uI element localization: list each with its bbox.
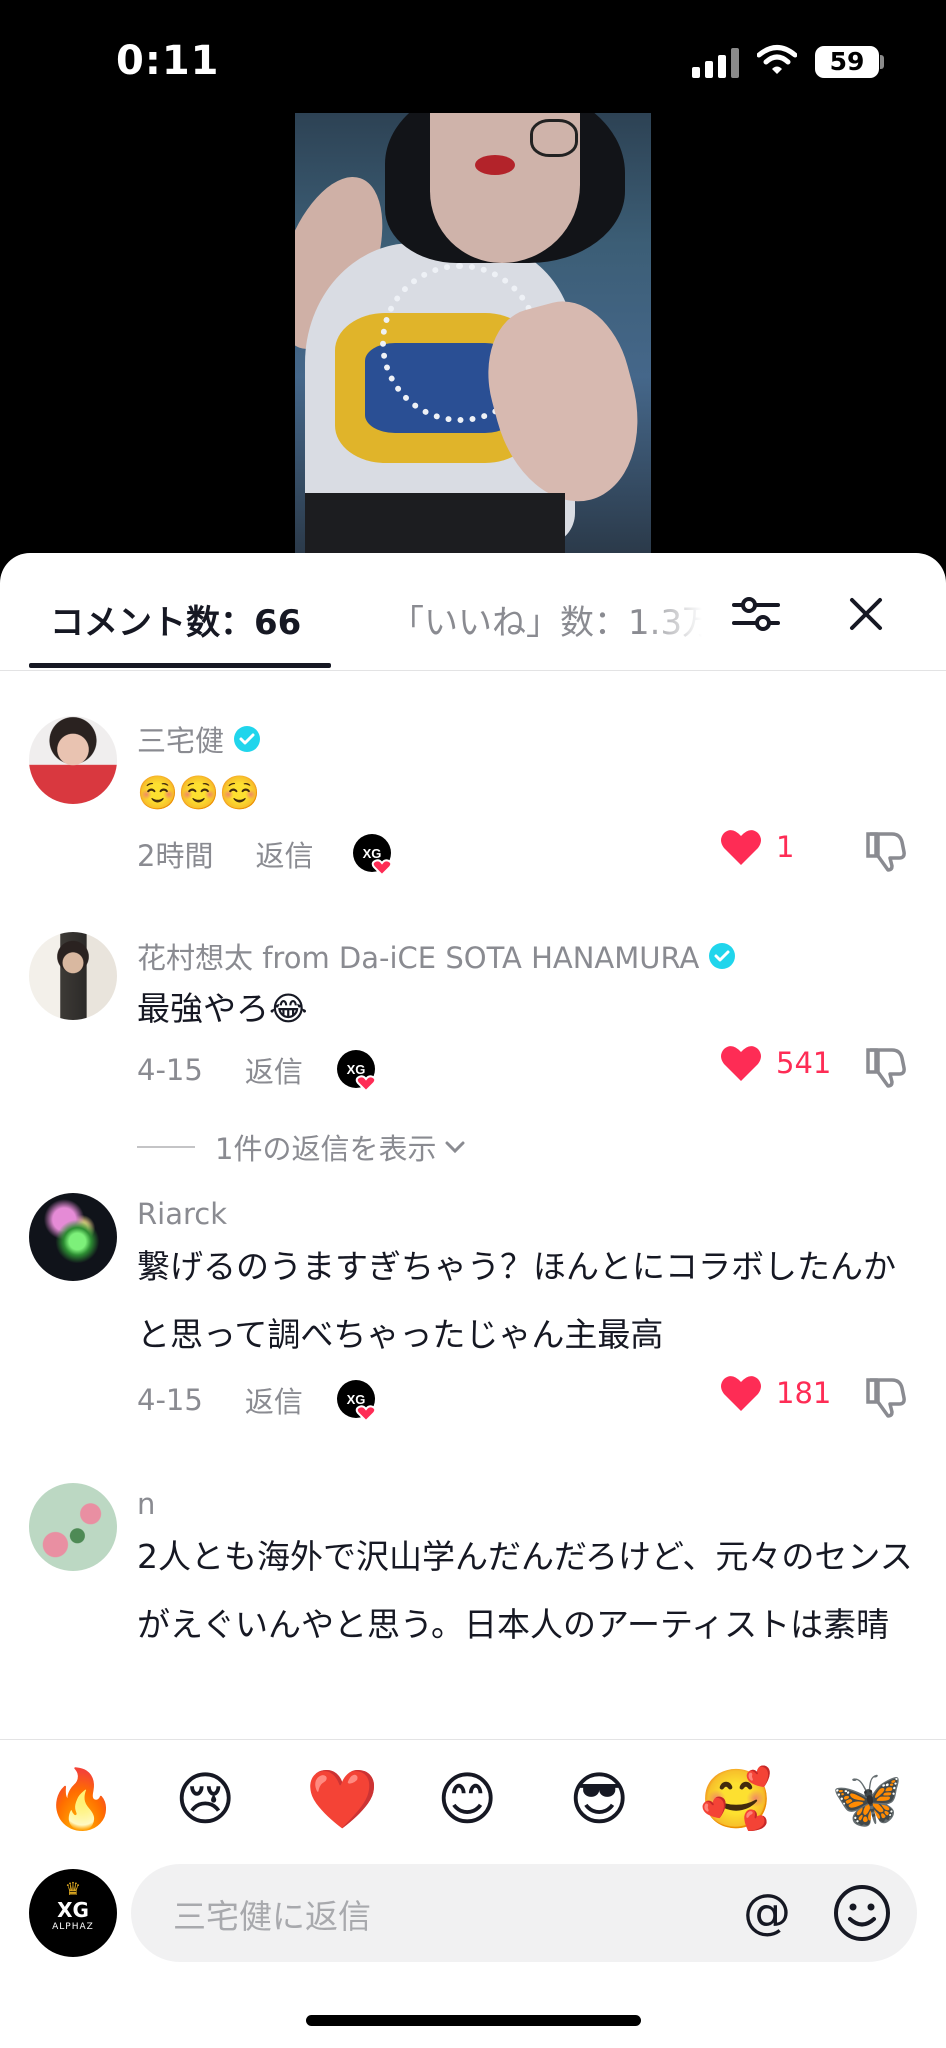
avatar[interactable]: [29, 716, 117, 804]
comment-item: 三宅健 ☺️☺️☺️ 2時間 返信 XG 1: [0, 673, 946, 893]
view-replies-button[interactable]: 1件の返信を表示: [137, 1126, 468, 1168]
like-count: 181: [776, 1376, 832, 1410]
sliders-icon[interactable]: [730, 588, 782, 640]
svg-text:XG: XG: [363, 846, 382, 861]
battery-level: 59: [829, 47, 865, 76]
comment-list[interactable]: 三宅健 ☺️☺️☺️ 2時間 返信 XG 1 花村想太 from Da-iCE …: [0, 673, 946, 1673]
reply-button[interactable]: 返信: [245, 1379, 303, 1421]
user-avatar[interactable]: ♛ XG ALPHAZ: [29, 1869, 117, 1957]
video-graphic: [475, 155, 515, 175]
username-text: Riarck: [137, 1197, 228, 1231]
battery-tip: [880, 55, 884, 69]
verified-icon: [709, 943, 736, 969]
comment-username[interactable]: n: [137, 1487, 155, 1521]
avatar[interactable]: [29, 932, 117, 1020]
svg-text:XG: XG: [347, 1062, 366, 1077]
divider-line: [137, 1146, 195, 1148]
creator-liked-icon: XG: [353, 834, 393, 877]
emoji-smile[interactable]: 😊: [437, 1764, 497, 1834]
comment-text: 最強やろ😂: [137, 989, 308, 1028]
chevron-down-icon: [445, 1141, 465, 1154]
comment-time: 2時間: [137, 839, 214, 873]
emoji-heart[interactable]: ❤️: [306, 1764, 378, 1834]
tab-likes[interactable]: 「いいね」数：1.3万: [390, 595, 702, 644]
emoji-quick-bar: 🔥 😢 ❤️ 😊 😎 🥰 🦋: [0, 1739, 946, 1859]
svg-text:XG: XG: [347, 1392, 366, 1407]
comment-time: 4-15: [137, 1383, 203, 1417]
emoji-picker-icon[interactable]: [831, 1882, 893, 1944]
reply-button[interactable]: 返信: [245, 1049, 303, 1091]
tab-underline: [29, 663, 331, 668]
home-indicator: [306, 2015, 641, 2026]
close-icon[interactable]: [840, 588, 892, 640]
comment-meta: 4-15 返信: [137, 1379, 303, 1421]
username-text: 花村想太 from Da-iCE SOTA HANAMURA: [137, 941, 700, 975]
comment-text: 2人とも海外で沢山学んだんだろけど、元々のセンスがえぐいんやと思う。日本人のアー…: [137, 1537, 913, 1644]
signal-icon: [692, 48, 740, 78]
creator-liked-icon: XG: [337, 1050, 377, 1093]
battery-icon: 59: [815, 46, 879, 78]
avatar[interactable]: [29, 1483, 117, 1571]
comment-meta: 2時間 返信: [137, 833, 313, 875]
emoji-hearts-face[interactable]: 🥰: [700, 1764, 772, 1834]
view-replies-label: 1件の返信を表示: [215, 1132, 437, 1166]
tab-bar: コメント数：66 「いいね」数：1.3万: [0, 553, 946, 671]
comment-meta: 4-15 返信: [137, 1049, 303, 1091]
username-text: 三宅健: [137, 724, 225, 758]
dislike-icon[interactable]: [864, 1374, 908, 1418]
emoji-fire[interactable]: 🔥: [45, 1764, 117, 1834]
wifi-icon: [757, 45, 797, 74]
heart-icon: [721, 1376, 761, 1411]
comment-username[interactable]: 三宅健: [137, 718, 261, 760]
like-count: 1: [776, 830, 795, 864]
creator-liked-icon: XG: [337, 1380, 377, 1423]
reply-button[interactable]: 返信: [255, 833, 313, 875]
mention-button[interactable]: @: [743, 1880, 791, 1944]
video-player[interactable]: [295, 113, 651, 553]
username-text: n: [137, 1487, 156, 1521]
avatar-text: XG: [57, 1898, 89, 1922]
emoji-sunglasses[interactable]: 😎: [569, 1764, 629, 1834]
comment-sheet: コメント数：66 「いいね」数：1.3万 三宅健 ☺️☺️☺️ 2時間 返信 X…: [0, 553, 946, 2048]
comment-username[interactable]: Riarck: [137, 1197, 227, 1231]
status-time: 0:11: [116, 38, 220, 84]
dislike-icon[interactable]: [864, 828, 908, 872]
verified-icon: [234, 726, 261, 752]
like-button[interactable]: 541: [720, 1044, 831, 1082]
comment-item: n 2人とも海外で沢山学んだんだろけど、元々のセンスがえぐいんやと思う。日本人の…: [0, 1483, 946, 1673]
heart-icon: [721, 1046, 761, 1081]
like-count: 541: [776, 1046, 832, 1080]
comment-item: Riarck 繋げるのうますぎちゃう？ほんとにコラボしたんかと思って調べちゃった…: [0, 1193, 946, 1483]
crown-icon: ♛: [64, 1879, 82, 1900]
comment-time: 4-15: [137, 1053, 203, 1087]
emoji-butterfly[interactable]: 🦋: [831, 1764, 903, 1834]
video-graphic: [305, 493, 565, 553]
comment-text: ☺️☺️☺️: [137, 773, 261, 812]
reply-input[interactable]: 三宅健に返信 @: [131, 1864, 917, 1962]
avatar-subtext: ALPHAZ: [52, 1922, 94, 1932]
comment-text: 繋げるのうますぎちゃう？ほんとにコラボしたんかと思って調べちゃったじゃん主最高: [137, 1247, 896, 1354]
avatar[interactable]: [29, 1193, 117, 1281]
video-graphic: [530, 119, 578, 157]
tab-comments[interactable]: コメント数：66: [50, 595, 301, 644]
like-button[interactable]: 181: [720, 1374, 831, 1412]
dislike-icon[interactable]: [864, 1044, 908, 1088]
status-bar: 0:11 59: [0, 0, 946, 120]
comment-username[interactable]: 花村想太 from Da-iCE SOTA HANAMURA: [137, 935, 736, 977]
emoji-crying[interactable]: 😢: [175, 1764, 235, 1834]
comment-item: 花村想太 from Da-iCE SOTA HANAMURA 最強やろ😂 4-1…: [0, 893, 946, 1193]
reply-placeholder: 三宅健に返信: [173, 1897, 371, 1936]
heart-icon: [721, 830, 761, 865]
like-button[interactable]: 1: [720, 828, 794, 866]
